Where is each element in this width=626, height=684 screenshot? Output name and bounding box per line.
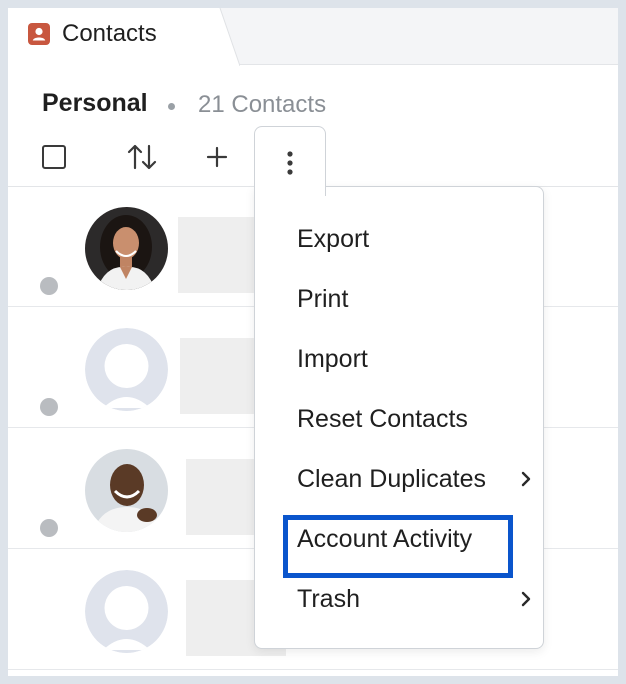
menu-item-clean-duplicates[interactable]: Clean Duplicates bbox=[255, 449, 543, 509]
tab-contacts[interactable]: Contacts bbox=[8, 8, 220, 66]
placeholder-avatar-icon bbox=[85, 328, 168, 411]
contacts-window: Contacts Personal 21 Contacts Export Pri… bbox=[8, 8, 618, 676]
more-options-menu: Export Print Import Reset Contacts Clean… bbox=[254, 186, 544, 649]
list-title: Personal bbox=[42, 89, 148, 117]
sort-icon[interactable] bbox=[126, 142, 158, 172]
chevron-right-icon bbox=[521, 471, 531, 487]
select-all-checkbox[interactable] bbox=[42, 145, 66, 169]
menu-item-import[interactable]: Import bbox=[255, 329, 543, 389]
menu-item-trash[interactable]: Trash bbox=[255, 569, 543, 629]
plus-icon[interactable] bbox=[203, 143, 231, 171]
menu-item-label: Import bbox=[297, 345, 368, 373]
contact-avatar bbox=[85, 449, 168, 532]
more-options-button[interactable] bbox=[254, 126, 326, 196]
more-vertical-icon bbox=[287, 151, 293, 175]
chevron-right-icon bbox=[521, 591, 531, 607]
menu-item-account-activity[interactable]: Account Activity bbox=[255, 509, 543, 578]
menu-item-label: Export bbox=[297, 225, 370, 253]
status-offline-dot bbox=[40, 398, 58, 416]
menu-item-print[interactable]: Print bbox=[255, 269, 543, 329]
menu-item-label: Account Activity bbox=[297, 525, 473, 553]
tab-label: Contacts bbox=[62, 20, 157, 47]
contact-count: 21 Contacts bbox=[198, 91, 327, 118]
status-offline-dot bbox=[40, 519, 58, 537]
menu-item-export[interactable]: Export bbox=[255, 209, 543, 269]
menu-item-label: Reset Contacts bbox=[297, 405, 468, 433]
contact-avatar bbox=[85, 207, 168, 290]
title-separator-dot bbox=[168, 103, 175, 110]
menu-item-label: Print bbox=[297, 285, 349, 313]
menu-item-label: Clean Duplicates bbox=[297, 465, 486, 493]
placeholder-avatar-icon bbox=[85, 570, 168, 653]
menu-item-label: Trash bbox=[297, 585, 360, 613]
tab-edge bbox=[216, 8, 240, 66]
contact-card-icon bbox=[28, 23, 50, 45]
menu-item-reset-contacts[interactable]: Reset Contacts bbox=[255, 389, 543, 449]
status-offline-dot bbox=[40, 277, 58, 295]
